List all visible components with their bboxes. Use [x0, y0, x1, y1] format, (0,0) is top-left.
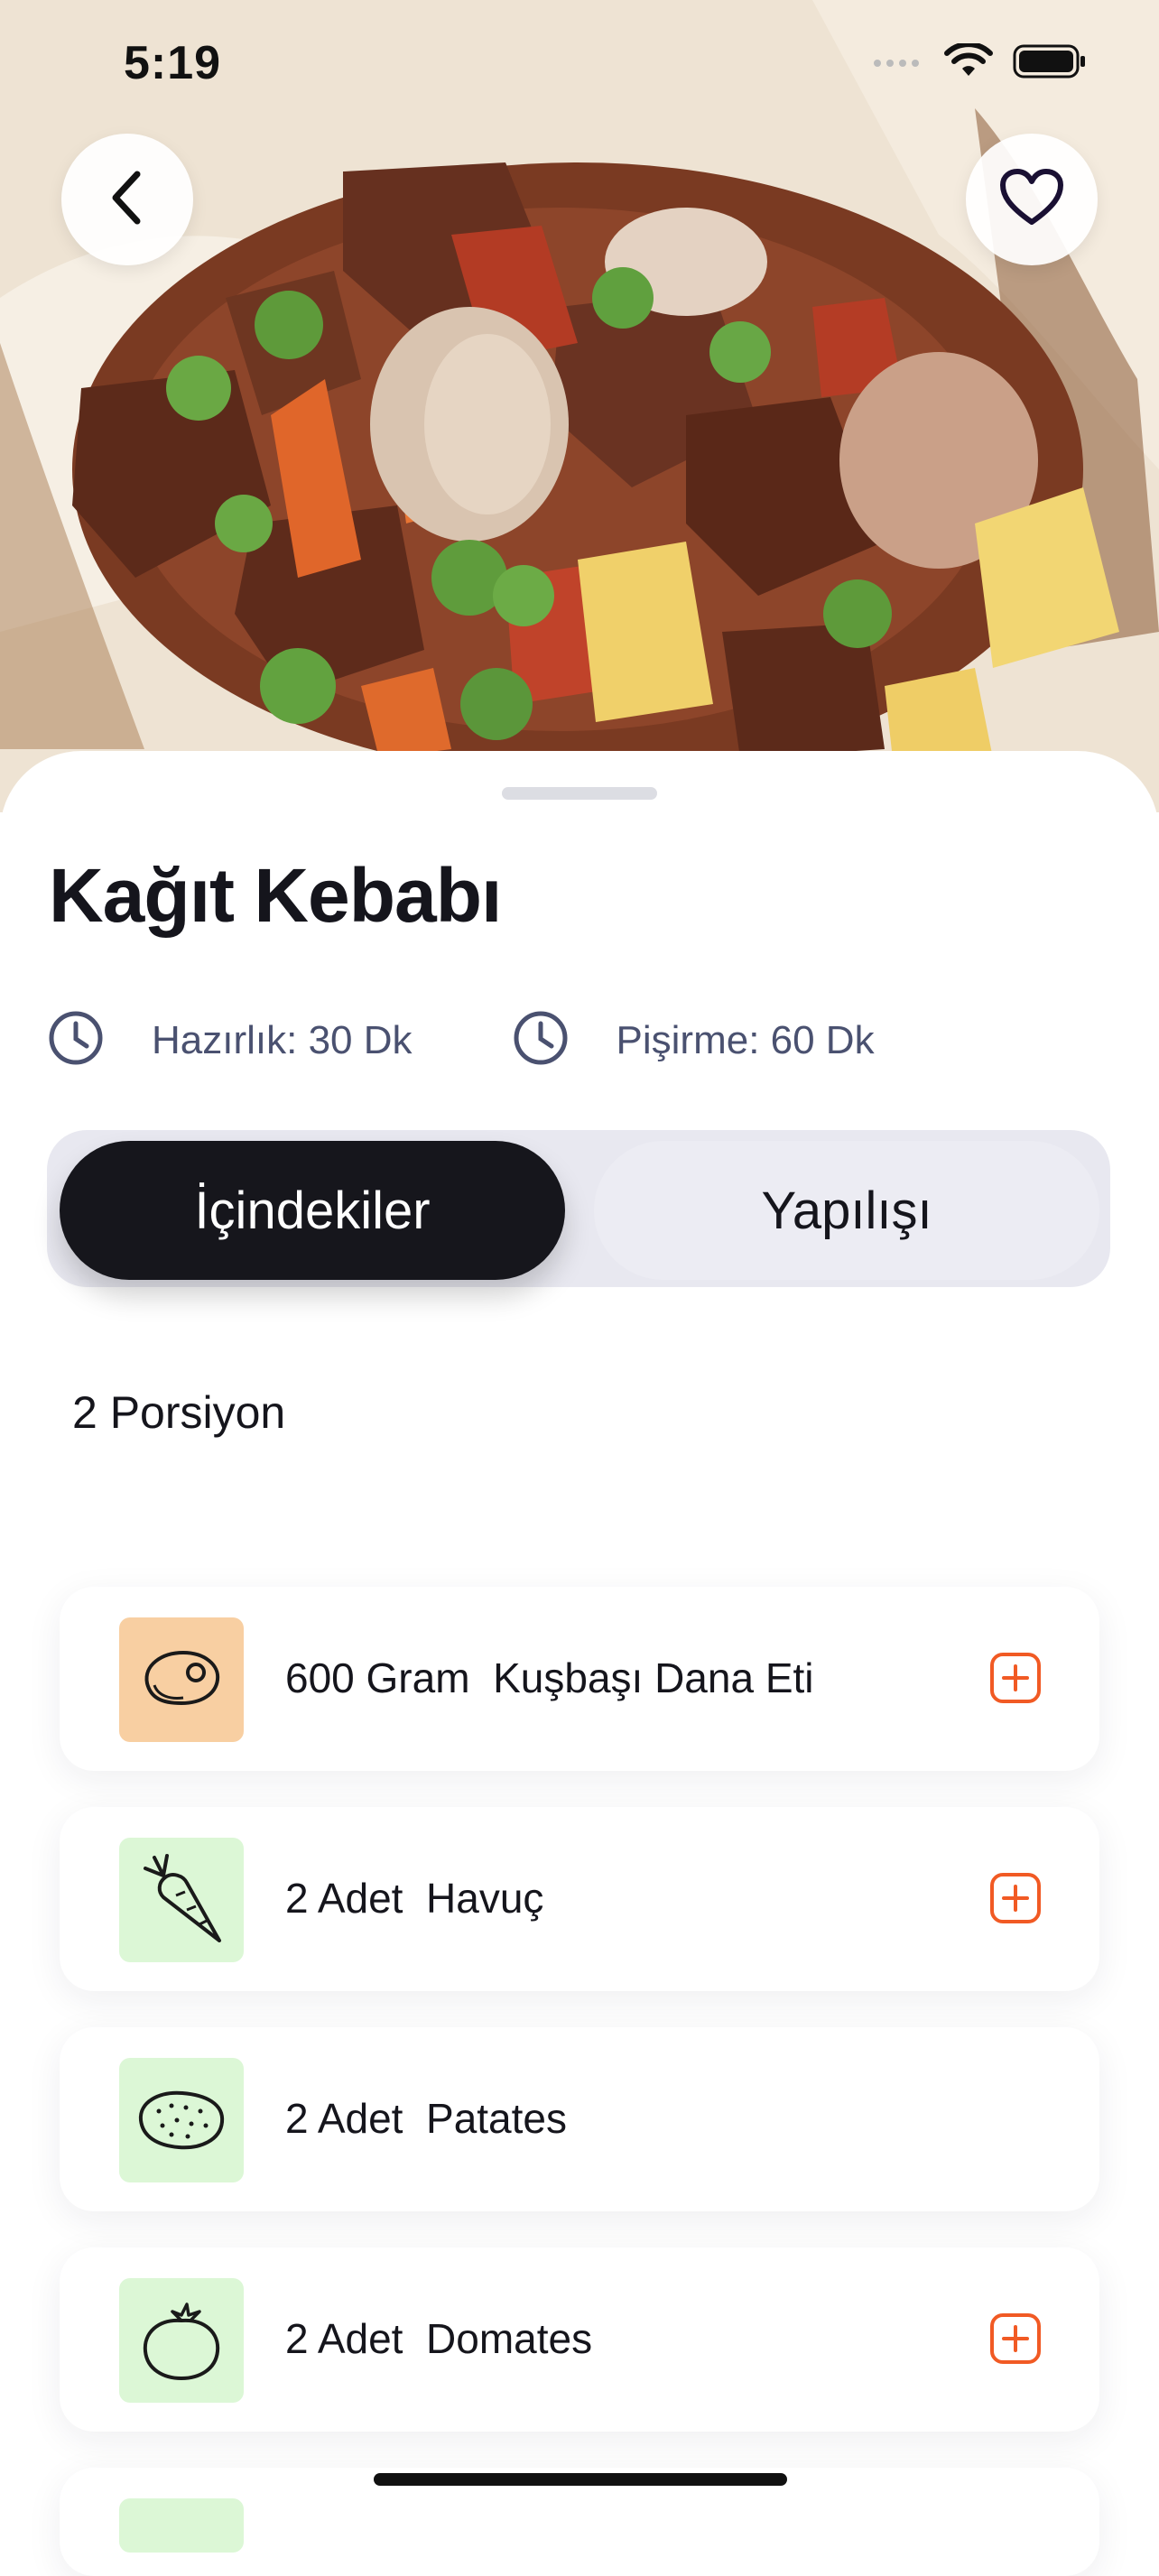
potato-icon: [119, 2058, 244, 2182]
clock-icon: [47, 1009, 105, 1071]
servings-label: 2 Porsiyon: [72, 1387, 286, 1438]
favorite-button[interactable]: [966, 134, 1098, 265]
prep-time-label: Hazırlık: 30 Dk: [152, 1017, 413, 1062]
plus-icon: [990, 1653, 1041, 1703]
ingredient-label: 2 Adet Patates: [285, 2095, 568, 2142]
tomato-icon: [119, 2278, 244, 2403]
plus-icon: [990, 1873, 1041, 1923]
carrot-icon: [119, 1838, 244, 1962]
signal-icon: [872, 52, 924, 75]
add-ingredient-button[interactable]: [989, 1872, 1042, 1924]
clock-icon: [512, 1009, 570, 1071]
ingredient-item[interactable]: 2 Adet Domates: [60, 2247, 1099, 2432]
ingredient-thumb: [119, 2498, 244, 2553]
tab-preparation[interactable]: Yapılışı: [594, 1141, 1099, 1280]
recipe-times: Hazırlık: 30 Dk Pişirme: 60 Dk: [47, 1009, 974, 1071]
plus-icon: [990, 2313, 1041, 2364]
ingredient-item[interactable]: 2 Adet Havuç: [60, 1807, 1099, 1991]
status-bar: 5:19: [0, 0, 1159, 135]
tab-ingredients[interactable]: İçindekiler: [60, 1141, 565, 1280]
home-indicator[interactable]: [374, 2473, 787, 2486]
wifi-icon: [944, 42, 993, 84]
ingredient-label: 2 Adet Domates: [285, 2315, 593, 2362]
status-icons: [872, 42, 1087, 84]
back-button[interactable]: [61, 134, 193, 265]
meat-icon: [119, 1617, 244, 1742]
cook-time: Pişirme: 60 Dk: [512, 1009, 875, 1071]
ingredient-label: 2 Adet Havuç: [285, 1875, 544, 1922]
add-ingredient-button[interactable]: [989, 2312, 1042, 2365]
cook-time-label: Pişirme: 60 Dk: [616, 1017, 875, 1062]
add-ingredient-button[interactable]: [989, 1652, 1042, 1704]
heart-icon: [999, 168, 1064, 232]
recipe-detail-sheet: Kağıt Kebabı Hazırlık: 30 Dk Pişirme: 60…: [0, 751, 1159, 2576]
battery-icon: [1013, 44, 1087, 83]
recipe-title: Kağıt Kebabı: [49, 853, 502, 938]
prep-time: Hazırlık: 30 Dk: [47, 1009, 413, 1071]
sheet-grabber[interactable]: [502, 787, 657, 800]
ingredient-item[interactable]: 600 Gram Kuşbaşı Dana Eti: [60, 1587, 1099, 1771]
ingredient-label: 600 Gram Kuşbaşı Dana Eti: [285, 1654, 814, 1701]
status-time: 5:19: [124, 37, 222, 89]
ingredient-item[interactable]: 2 Adet Patates: [60, 2027, 1099, 2211]
chevron-left-icon: [105, 169, 150, 231]
tab-switcher: İçindekiler Yapılışı: [47, 1130, 1110, 1287]
